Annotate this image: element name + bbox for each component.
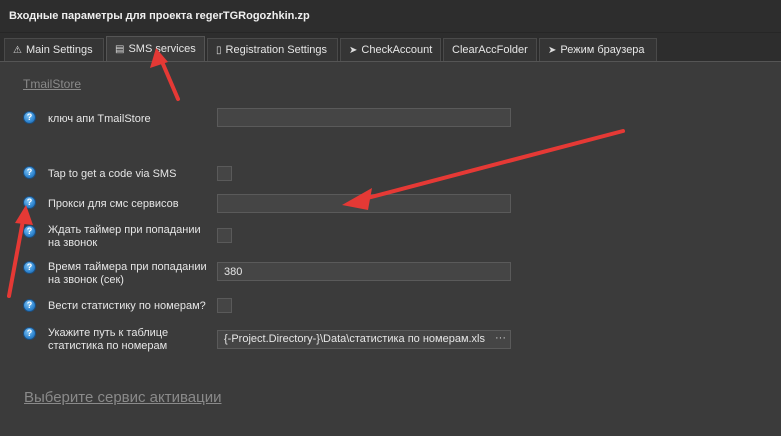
tab-label: ClearAccFolder <box>452 44 528 56</box>
help-icon[interactable]: ? <box>23 299 36 312</box>
proxy-label: Прокси для смс сервисов <box>48 198 179 210</box>
tab-bar: ⚠ Main Settings ▤ SMS services ▯ Registr… <box>0 33 781 61</box>
wait-timer-label: Ждать таймер при попадании на звонок <box>48 224 201 249</box>
help-icon[interactable]: ? <box>23 225 36 238</box>
tab-label: CheckAccount <box>361 44 433 56</box>
stats-checkbox[interactable] <box>217 298 232 313</box>
tap-code-checkbox[interactable] <box>217 166 232 181</box>
help-icon[interactable]: ? <box>23 111 36 124</box>
tab-browser-mode[interactable]: ➤ Режим браузера <box>539 38 657 61</box>
stats-path-label: Укажите путь к таблице статистика по ном… <box>48 327 169 352</box>
window-titlebar: Входные параметры для проекта regerTGRog… <box>0 0 781 33</box>
wait-timer-checkbox[interactable] <box>217 228 232 243</box>
window-title: Входные параметры для проекта regerTGRog… <box>9 10 310 22</box>
tab-label: SMS services <box>128 43 196 55</box>
help-icon[interactable]: ? <box>23 261 36 274</box>
help-icon[interactable]: ? <box>23 166 36 179</box>
play-arrow-icon: ➤ <box>349 44 358 56</box>
api-key-label: ключ апи TmailStore <box>48 113 151 125</box>
tab-label: Режим браузера <box>560 44 645 56</box>
stats-path-value: {-Project.Directory-}\Data\статистика по… <box>224 333 486 345</box>
activation-service-link[interactable]: Выберите сервис активации <box>24 389 222 406</box>
api-key-input[interactable] <box>217 108 511 127</box>
help-icon[interactable]: ? <box>23 327 36 340</box>
tab-label: Main Settings <box>25 44 93 56</box>
timer-time-label: Время таймера при попадании на звонок (с… <box>48 261 207 286</box>
tab-sms-services[interactable]: ▤ SMS services <box>106 36 205 61</box>
tab-main-settings[interactable]: ⚠ Main Settings <box>4 38 104 61</box>
warning-icon: ⚠ <box>13 44 22 56</box>
timer-time-input[interactable] <box>217 262 511 281</box>
stats-path-field[interactable]: {-Project.Directory-}\Data\статистика по… <box>217 330 511 349</box>
document-icon: ▯ <box>216 44 222 56</box>
help-icon[interactable]: ? <box>23 196 36 209</box>
settings-panel: TmailStore ? ключ апи TmailStore ? Tap t… <box>0 61 781 436</box>
tap-code-label: Tap to get a code via SMS <box>48 168 177 180</box>
tab-label: Registration Settings <box>225 44 328 56</box>
play-arrow-icon: ➤ <box>548 44 557 56</box>
proxy-input[interactable] <box>217 194 511 213</box>
stats-label: Вести статистику по номерам? <box>48 300 206 312</box>
tab-check-account[interactable]: ➤ CheckAccount <box>340 38 441 61</box>
sms-icon: ▤ <box>115 43 125 55</box>
browse-button[interactable]: ··· <box>495 332 506 344</box>
tab-registration-settings[interactable]: ▯ Registration Settings <box>207 38 338 61</box>
group-title: TmailStore <box>23 77 82 91</box>
tab-clear-acc-folder[interactable]: ClearAccFolder <box>443 38 537 61</box>
